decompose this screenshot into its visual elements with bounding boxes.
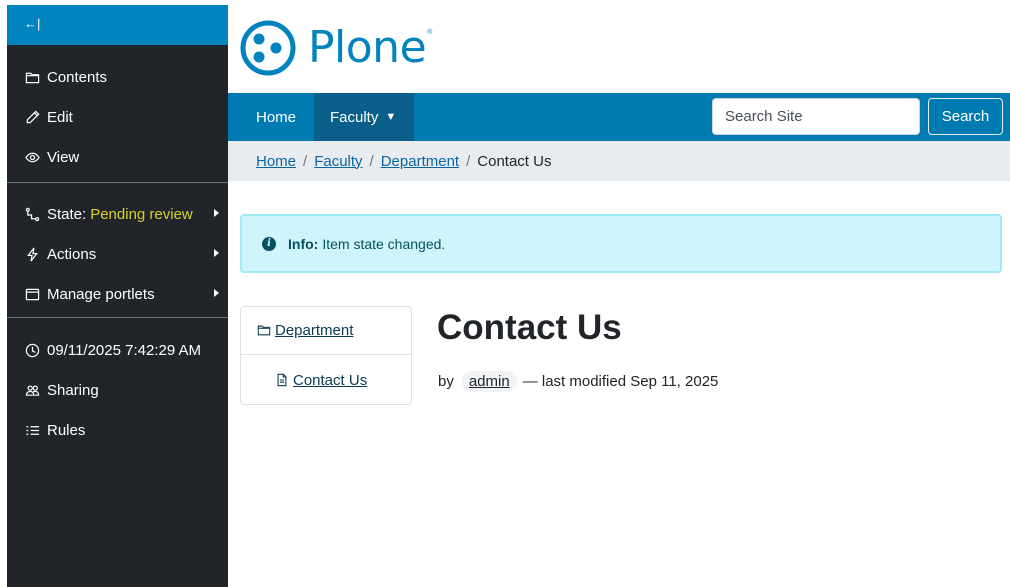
toolbar-item-label: 09/11/2025 7:42:29 AM [47, 341, 202, 359]
alert-message: Item state changed. [322, 235, 446, 252]
toolbar-item-label: Rules [47, 421, 86, 439]
toolbar-item-label: State: [47, 205, 87, 223]
toolbar-item-history[interactable]: 09/11/2025 7:42:29 AM [7, 330, 228, 370]
pencil-icon [23, 109, 41, 125]
portlet-item-label[interactable]: Department [275, 322, 353, 339]
submenu-arrow-icon [214, 289, 219, 297]
logo-text: Plone [308, 22, 427, 73]
submenu-arrow-icon [214, 249, 219, 257]
portlet-item-contact-us[interactable]: Contact Us [241, 356, 411, 404]
edit-toolbar: ←| Contents Edit View State: Pending rev… [7, 5, 228, 587]
state-value: Pending review [90, 205, 193, 223]
portlet-item-department[interactable]: Department [241, 307, 411, 355]
toolbar-item-actions[interactable]: Actions [7, 234, 228, 274]
document-icon [275, 373, 290, 388]
byline-by: by [438, 372, 454, 390]
state-icon [23, 206, 41, 222]
toolbar-item-sharing[interactable]: Sharing [7, 370, 228, 410]
toolbar-item-label: Actions [47, 245, 97, 263]
toolbar-item-rules[interactable]: Rules [7, 410, 228, 450]
toolbar-item-manage-portlets[interactable]: Manage portlets [7, 274, 228, 314]
people-icon [23, 382, 41, 398]
nav-item-home[interactable]: Home [228, 93, 314, 141]
eye-icon [23, 149, 41, 165]
submenu-arrow-icon [214, 209, 219, 217]
toolbar-item-label: Sharing [47, 381, 99, 399]
breadcrumb-separator: / [369, 152, 374, 170]
folder-icon [23, 69, 41, 85]
author-link[interactable]: admin [461, 370, 517, 392]
status-message: i Info: Item state changed. [240, 214, 1002, 273]
last-modified: — last modified Sep 11, 2025 [522, 372, 719, 390]
document-byline: by admin — last modified Sep 11, 2025 [438, 368, 718, 394]
toolbar-divider [7, 317, 228, 318]
main-navigation: Home Faculty ▼ Search [228, 93, 1010, 141]
breadcrumb-link-faculty[interactable]: Faculty [314, 153, 362, 170]
nav-item-label: Home [256, 108, 297, 126]
plone-logo-icon [240, 20, 296, 76]
nav-item-label: Faculty [330, 108, 379, 126]
clock-icon [23, 342, 41, 358]
page: ←| Contents Edit View State: Pending rev… [0, 0, 1010, 587]
toolbar-item-label: Edit [47, 108, 73, 126]
search-input[interactable] [712, 98, 920, 135]
breadcrumb-current: Contact Us [477, 152, 552, 170]
search-button[interactable]: Search [928, 98, 1003, 135]
portlet-item-label[interactable]: Contact Us [293, 372, 367, 389]
registered-mark: ® [427, 28, 433, 36]
toolbar-item-label: Manage portlets [47, 285, 155, 303]
window-icon [23, 286, 41, 302]
breadcrumb-link-department[interactable]: Department [381, 153, 459, 170]
caret-down-icon: ▼ [385, 111, 397, 123]
toolbar-item-label: Contents [47, 68, 108, 86]
list-icon [23, 422, 41, 438]
breadcrumb-separator: / [303, 152, 308, 170]
toolbar-item-state[interactable]: State: Pending review [7, 194, 228, 234]
alert-title: Info: [288, 235, 319, 252]
toolbar-item-contents[interactable]: Contents [7, 57, 228, 97]
info-icon: i [262, 236, 276, 251]
breadcrumb-separator: / [466, 152, 471, 170]
toolbar-divider [7, 182, 228, 183]
nav-item-faculty[interactable]: Faculty ▼ [314, 93, 414, 141]
navigation-portlet: Department Contact Us [240, 306, 412, 405]
toolbar-item-edit[interactable]: Edit [7, 97, 228, 137]
page-title: Contact Us [437, 308, 622, 347]
lightning-icon [23, 246, 41, 262]
folder-icon [257, 323, 272, 338]
toolbar-item-view[interactable]: View [7, 137, 228, 177]
toolbar-collapse-button[interactable]: ←| [7, 5, 228, 45]
toolbar-item-label: View [47, 148, 80, 166]
breadcrumb: Home / Faculty / Department / Contact Us [228, 141, 1010, 181]
site-logo[interactable]: Plone ® [240, 20, 432, 76]
breadcrumb-link-home[interactable]: Home [256, 153, 296, 170]
